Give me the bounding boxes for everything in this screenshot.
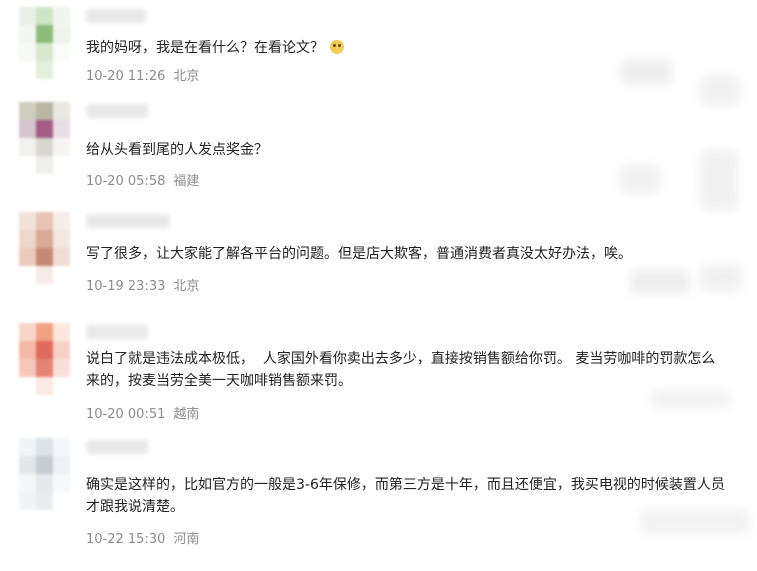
avatar[interactable] <box>19 323 71 395</box>
comment-date: 10-20 11:26 <box>86 69 166 84</box>
comment-text: 给从头看到尾的人发点奖金？ <box>86 142 268 158</box>
comment-text: 确实是这样的，比如官方的一般是3-6年保修，而第三方是十年，而且还便宜，我买电视… <box>86 477 725 515</box>
comment-date: 10-20 05:58 <box>86 174 166 189</box>
blurred-thumbnail <box>700 75 740 105</box>
blurred-thumbnail <box>700 265 742 291</box>
blurred-thumbnail <box>630 270 690 294</box>
avatar[interactable] <box>19 212 71 284</box>
comment-item: 给从头看到尾的人发点奖金？ 10-20 05:58 福建 <box>0 102 757 210</box>
comment-location: 北京 <box>173 69 200 84</box>
comment-meta: 10-20 05:58 福建 <box>86 170 207 189</box>
username[interactable] <box>86 440 148 454</box>
username[interactable] <box>86 325 148 339</box>
comment-date: 10-19 23:33 <box>86 279 166 294</box>
comment-item: 说白了就是违法成本极低， 人家国外看你卖出去多少，直接按销售额给你罚。 麦当劳咖… <box>0 323 757 431</box>
blurred-thumbnail <box>620 60 672 84</box>
username[interactable] <box>86 104 148 118</box>
username[interactable] <box>86 9 146 23</box>
comment-meta: 10-20 00:51 越南 <box>86 403 207 422</box>
comment-location: 福建 <box>173 174 200 189</box>
comment-location: 越南 <box>173 407 200 422</box>
comment-date: 10-22 15:30 <box>86 532 166 547</box>
username[interactable] <box>86 214 170 228</box>
comment-text: 说白了就是违法成本极低， 人家国外看你卖出去多少，直接按销售额给你罚。 麦当劳咖… <box>86 351 716 389</box>
comment-meta: 10-19 23:33 北京 <box>86 275 207 294</box>
comment-text: 我的妈呀，我是在看什么？在看论文？ <box>86 37 726 59</box>
comment-location: 河南 <box>173 532 200 547</box>
blurred-thumbnail <box>650 390 730 408</box>
comment-item: 写了很多，让大家能了解各平台的问题。但是店大欺客，普通消费者真没太好办法，唉。 … <box>0 212 757 320</box>
avatar[interactable] <box>19 7 71 79</box>
face-emoji-icon <box>330 40 344 54</box>
comment-date: 10-20 00:51 <box>86 407 166 422</box>
avatar[interactable] <box>19 102 71 174</box>
comment-meta: 10-22 15:30 河南 <box>86 528 207 547</box>
blurred-thumbnail <box>620 165 660 193</box>
comment-location: 北京 <box>173 279 200 294</box>
comment-text: 写了很多，让大家能了解各平台的问题。但是店大欺客，普通消费者真没太好办法，唉。 <box>86 246 632 262</box>
avatar[interactable] <box>19 438 71 518</box>
blurred-thumbnail <box>640 510 750 534</box>
comment-meta: 10-20 11:26 北京 <box>86 65 207 84</box>
blurred-thumbnail <box>700 150 738 210</box>
